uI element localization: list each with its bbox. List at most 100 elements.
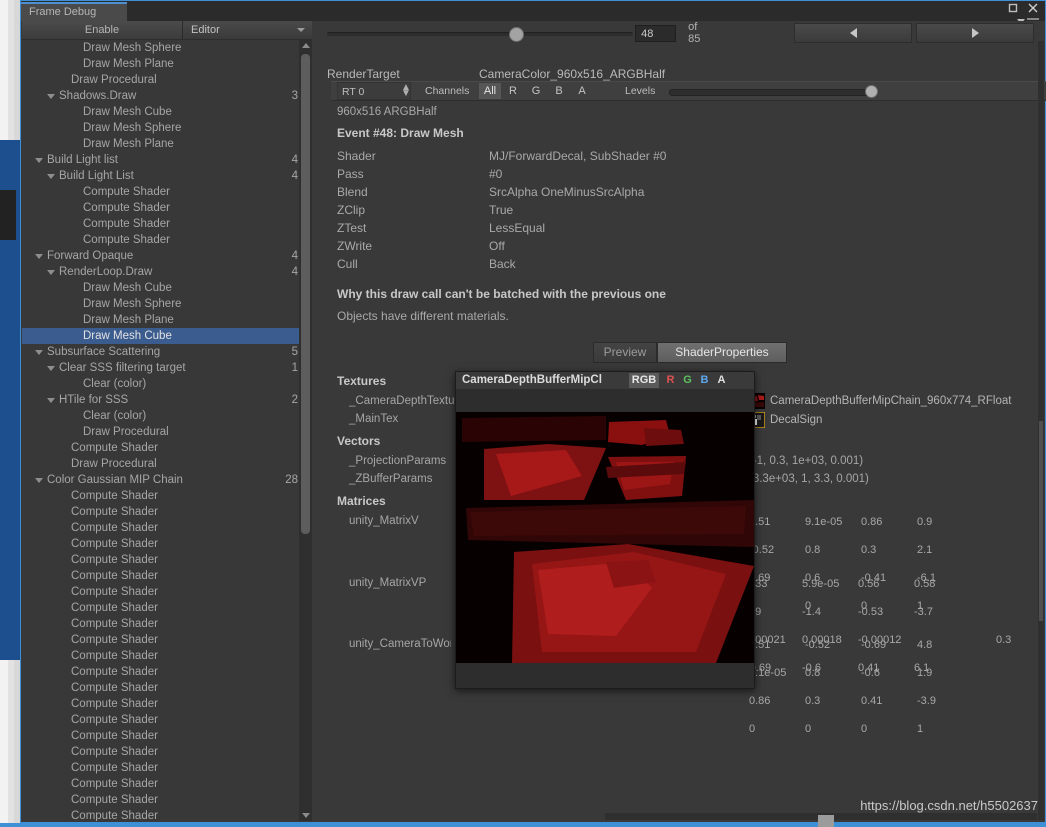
channel-chip-all[interactable]: All — [479, 83, 501, 99]
tree-scrollbar-thumb[interactable] — [301, 54, 310, 534]
expand-arrow-icon[interactable] — [47, 174, 55, 179]
tab-frame-debug[interactable]: Frame Debug — [21, 2, 127, 21]
channel-chip-r[interactable]: R — [502, 83, 524, 99]
tree-row[interactable]: Build Light list 4 — [22, 152, 312, 168]
tree-row[interactable]: Draw Mesh Sphere — [22, 120, 312, 136]
tree-row[interactable]: Draw Mesh Cube — [22, 104, 312, 120]
tree-row[interactable]: Compute Shader — [22, 808, 312, 821]
tree-row[interactable]: Build Light List 4 — [22, 168, 312, 184]
tree-row[interactable]: Forward Opaque 4 — [22, 248, 312, 264]
texture-preview-popup[interactable]: CameraDepthBufferMipCl RGB R G B A — [455, 371, 755, 689]
expand-arrow-icon[interactable] — [35, 478, 43, 483]
texture-entry-1[interactable]: DecalSign — [748, 411, 822, 429]
levels-slider-knob[interactable] — [865, 85, 878, 98]
tree-row-label: Draw Procedural — [71, 74, 157, 86]
levels-slider-track[interactable] — [669, 89, 876, 96]
event-index-field[interactable]: 48 — [635, 24, 677, 42]
channel-chip-b[interactable]: B — [548, 83, 570, 99]
tree-row[interactable]: Draw Mesh Plane — [22, 56, 312, 72]
tree-row[interactable]: Compute Shader — [22, 680, 312, 696]
tree-row[interactable]: Color Gaussian MIP Chain 28 — [22, 472, 312, 488]
tree-row[interactable]: Draw Mesh Cube — [22, 328, 312, 344]
tree-row[interactable]: Clear (color) — [22, 408, 312, 424]
expand-arrow-icon[interactable] — [35, 254, 43, 259]
tree-row[interactable]: Draw Mesh Cube — [22, 280, 312, 296]
vector-prop-value-1: (3.3e+03, 1, 3.3, 0.001) — [749, 473, 869, 485]
expand-arrow-icon[interactable] — [35, 158, 43, 163]
tree-row[interactable]: Compute Shader — [22, 200, 312, 216]
rt-stepper-icon[interactable]: ▲ ▼ — [401, 83, 411, 99]
popup-chip-g[interactable]: G — [679, 373, 696, 388]
detail-scrollbar[interactable] — [1038, 41, 1044, 820]
batching-reason: Objects have different materials. — [337, 309, 509, 323]
tree-row[interactable]: RenderLoop.Draw 4 — [22, 264, 312, 280]
tree-row[interactable]: Compute Shader — [22, 648, 312, 664]
event-slider-knob[interactable] — [509, 27, 524, 42]
tree-row[interactable]: Compute Shader — [22, 216, 312, 232]
rt-select-dropdown[interactable]: RT 0 — [337, 82, 411, 100]
tree-row[interactable]: Compute Shader — [22, 696, 312, 712]
previous-event-button[interactable] — [794, 23, 913, 43]
popup-chip-r[interactable]: R — [662, 373, 679, 388]
expand-arrow-icon[interactable] — [47, 94, 55, 99]
popup-chip-b[interactable]: B — [696, 373, 713, 388]
tree-row[interactable]: Draw Mesh Sphere — [22, 296, 312, 312]
scroll-up-icon[interactable] — [302, 43, 310, 48]
tree-row[interactable]: Compute Shader — [22, 760, 312, 776]
close-icon[interactable] — [1027, 2, 1039, 14]
expand-arrow-icon[interactable] — [47, 366, 55, 371]
tree-row[interactable]: Compute Shader — [22, 488, 312, 504]
tree-row-label: Clear SSS filtering target — [59, 362, 186, 374]
tree-row[interactable]: Clear SSS filtering target 1 — [22, 360, 312, 376]
tree-scrollbar[interactable] — [299, 40, 312, 821]
expand-arrow-icon[interactable] — [35, 350, 43, 355]
tree-row[interactable]: Draw Mesh Sphere — [22, 40, 312, 56]
scroll-down-icon[interactable] — [302, 813, 310, 818]
tab-shader-properties[interactable]: ShaderProperties — [657, 342, 787, 363]
tree-row[interactable]: Compute Shader — [22, 776, 312, 792]
tab-preview[interactable]: Preview — [593, 342, 657, 363]
enable-button[interactable]: Enable — [22, 21, 183, 39]
tree-row[interactable]: Compute Shader — [22, 744, 312, 760]
channel-chip-a[interactable]: A — [571, 83, 593, 99]
texture-prop-name-1: _MainTex — [349, 413, 399, 425]
tree-row[interactable]: Compute Shader — [22, 792, 312, 808]
tree-row[interactable]: Draw Procedural — [22, 456, 312, 472]
expand-arrow-icon[interactable] — [47, 398, 55, 403]
texture-entry-0[interactable]: CameraDepthBufferMipChain_960x774_RFloat — [749, 393, 1011, 409]
tree-row[interactable]: Draw Procedural — [22, 72, 312, 88]
tree-row[interactable]: Compute Shader — [22, 600, 312, 616]
tree-row[interactable]: Compute Shader — [22, 584, 312, 600]
tree-row[interactable]: Draw Mesh Plane — [22, 136, 312, 152]
tree-row[interactable]: Compute Shader — [22, 664, 312, 680]
tree-row[interactable]: Compute Shader — [22, 504, 312, 520]
expand-arrow-icon[interactable] — [47, 270, 55, 275]
tree-row[interactable]: Compute Shader — [22, 440, 312, 456]
tree-row[interactable]: Shadows.Draw 3 — [22, 88, 312, 104]
next-event-button[interactable] — [916, 23, 1035, 43]
event-slider[interactable] — [327, 23, 634, 43]
tree-row[interactable]: Compute Shader — [22, 232, 312, 248]
target-dropdown[interactable]: Editor — [183, 21, 312, 39]
event-tree[interactable]: Draw Mesh Sphere Draw Mesh Plane Draw Proc… — [22, 40, 312, 821]
tree-row[interactable]: Draw Procedural — [22, 424, 312, 440]
popup-chip-a[interactable]: A — [713, 373, 730, 388]
tree-row[interactable]: Compute Shader — [22, 520, 312, 536]
maximize-icon[interactable] — [1007, 2, 1019, 14]
tree-row[interactable]: HTile for SSS 2 — [22, 392, 312, 408]
channel-chip-g[interactable]: G — [525, 83, 547, 99]
matrix-cell: 0.86 — [861, 516, 883, 528]
tree-row[interactable]: Clear (color) — [22, 376, 312, 392]
tree-row[interactable]: Compute Shader — [22, 616, 312, 632]
tree-row[interactable]: Draw Mesh Plane — [22, 312, 312, 328]
tree-row[interactable]: Compute Shader — [22, 728, 312, 744]
tree-row[interactable]: Compute Shader — [22, 632, 312, 648]
detail-scrollbar-thumb[interactable] — [1039, 421, 1043, 621]
tree-row[interactable]: Compute Shader — [22, 552, 312, 568]
tree-row[interactable]: Subsurface Scattering 5 — [22, 344, 312, 360]
tree-row[interactable]: Compute Shader — [22, 712, 312, 728]
tree-row[interactable]: Compute Shader — [22, 184, 312, 200]
popup-chip-rgb[interactable]: RGB — [629, 373, 659, 388]
tree-row[interactable]: Compute Shader — [22, 536, 312, 552]
tree-row[interactable]: Compute Shader — [22, 568, 312, 584]
